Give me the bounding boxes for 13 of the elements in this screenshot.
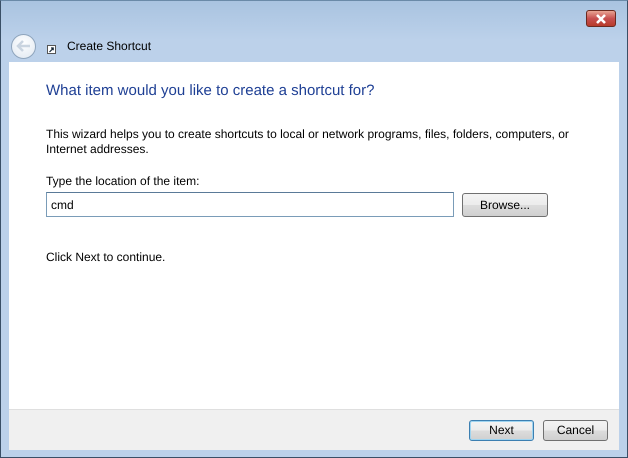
close-button[interactable]: [586, 10, 616, 27]
shortcut-arrow-icon: [47, 45, 56, 54]
hint-text: Click Next to continue.: [46, 250, 166, 264]
back-arrow-icon: [16, 39, 32, 53]
window-title: Create Shortcut: [67, 39, 152, 53]
description-text: This wizard helps you to create shortcuts to local or network programs, files, folders, computers, or Internet addresses.: [46, 127, 570, 157]
page-heading: What item would you like to create a shortcut for?: [46, 82, 376, 99]
close-icon: [594, 14, 608, 24]
browse-button[interactable]: Browse...: [462, 192, 548, 216]
next-button[interactable]: Next: [469, 420, 534, 440]
location-field[interactable]: cmd: [46, 192, 454, 217]
cancel-button[interactable]: Cancel: [543, 420, 608, 440]
location-label: Type the location of the item:: [46, 174, 200, 188]
